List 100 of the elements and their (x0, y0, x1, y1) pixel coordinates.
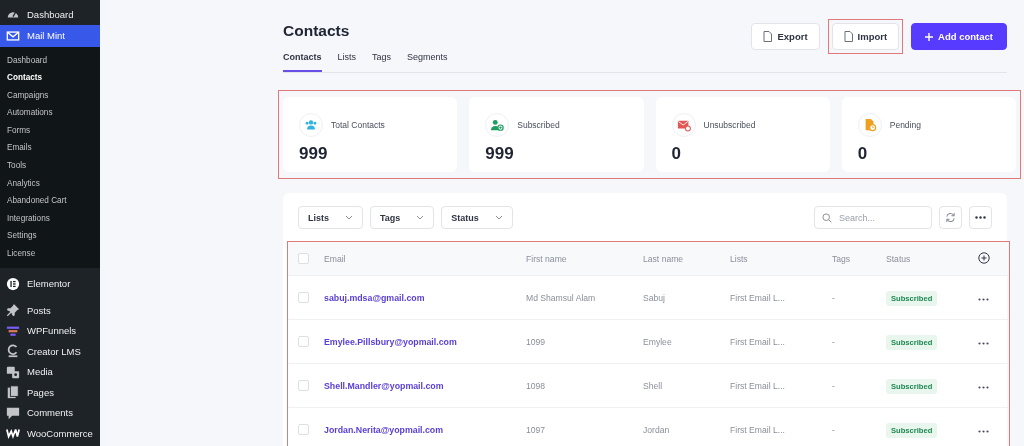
stat-label: Pending (889, 120, 921, 130)
page-title: Contacts (283, 22, 351, 40)
email-link[interactable]: Emylee.Pillsbury@yopmail.com (324, 336, 457, 347)
more-icon (978, 297, 989, 301)
table-cell: - (832, 380, 835, 391)
column-header: Lists (730, 253, 748, 264)
submenu-item[interactable]: Contacts (0, 69, 100, 87)
table-cell: 1097 (526, 424, 546, 435)
document-icon (763, 31, 773, 42)
table-cell: Emylee (643, 336, 672, 347)
sidebar-item[interactable]: Mail Mint (0, 24, 100, 47)
media-icon (6, 364, 20, 379)
more-icon (978, 429, 989, 433)
table-cell: First Email L... (730, 380, 785, 391)
table-cell: First Email L... (730, 292, 785, 303)
row-actions-button[interactable] (978, 341, 989, 345)
checkbox[interactable] (298, 253, 309, 265)
stat-label: Unsubscribed (703, 120, 756, 130)
tab[interactable]: Segments (407, 52, 448, 72)
email-link[interactable]: Shell.Mandler@yopmail.com (324, 380, 444, 391)
checkbox[interactable] (298, 424, 309, 436)
search-field[interactable]: Search... (814, 206, 932, 229)
sidebar-item[interactable]: Dashboard (0, 4, 100, 25)
stat-value: 999 (485, 144, 514, 164)
chevron-down-icon (345, 215, 353, 220)
filter-dropdown[interactable]: Lists (298, 206, 363, 229)
toolbar-button[interactable]: Import (831, 23, 900, 50)
sidebar-item[interactable]: WPFunnels (0, 320, 100, 342)
sidebar-item[interactable]: Creator LMS (0, 341, 100, 362)
email-link[interactable]: Jordan.Nerita@yopmail.com (324, 424, 444, 435)
column-header: Email (324, 253, 346, 264)
sidebar-item[interactable]: Elementor (0, 273, 100, 295)
column-header: First name (526, 253, 567, 264)
row-actions-button[interactable] (978, 385, 989, 389)
filter-dropdown[interactable]: Status (441, 206, 513, 229)
chevron-down-icon (494, 215, 503, 220)
submenu-item[interactable]: Forms (0, 121, 100, 140)
column-header: Status (886, 253, 911, 264)
submenu-item[interactable]: Settings (0, 227, 100, 246)
refresh-button[interactable] (939, 206, 962, 229)
woo-icon (6, 426, 20, 441)
submenu-item[interactable]: Automations (0, 104, 100, 122)
submenu-item[interactable]: Dashboard (0, 51, 100, 70)
refresh-icon (945, 212, 956, 223)
submenu-item[interactable]: Analytics (0, 174, 100, 193)
sidebar-item[interactable]: Posts (0, 300, 100, 321)
row-actions-button[interactable] (978, 297, 989, 301)
table-cell: Sabuj (643, 292, 665, 303)
add-column-icon[interactable] (978, 251, 990, 264)
toolbar-button[interactable]: Export (751, 23, 820, 50)
tab[interactable]: Tags (372, 52, 392, 72)
table-cell: Jordan (643, 424, 670, 435)
checkbox[interactable] (298, 380, 309, 392)
sidebar-item[interactable]: Media (0, 361, 100, 383)
speech-bubble-icon (6, 405, 20, 420)
table-cell: 1099 (526, 336, 546, 347)
table-cell: - (832, 292, 835, 303)
plus-icon (925, 32, 934, 41)
lms-icon (6, 344, 20, 359)
sidebar-item[interactable]: WooCommerce (0, 423, 100, 444)
submenu-item[interactable]: Integrations (0, 209, 100, 228)
more-button[interactable] (969, 206, 992, 229)
table-cell: 1098 (526, 380, 546, 391)
elementor-icon (6, 276, 20, 291)
chevron-down-icon (416, 215, 425, 220)
sidebar-item[interactable]: Comments (0, 402, 100, 424)
submenu-item[interactable]: Abandoned Cart (0, 192, 100, 210)
table-cell: First Email L... (730, 424, 785, 435)
checkbox[interactable] (298, 292, 309, 304)
column-header: Tags (832, 253, 851, 264)
row-actions-button[interactable] (978, 429, 989, 433)
stat-label: Subscribed (517, 120, 560, 130)
more-icon (978, 341, 989, 345)
column-header: Last name (643, 253, 684, 264)
pages-icon (6, 385, 20, 400)
checkbox[interactable] (298, 336, 309, 348)
document-icon (843, 31, 853, 42)
tab[interactable]: Lists (337, 52, 357, 72)
filter-dropdown[interactable]: Tags (370, 206, 435, 229)
pushpin-icon (6, 303, 20, 318)
table-cell: First Email L... (730, 336, 785, 347)
submenu-item[interactable]: Emails (0, 139, 100, 158)
sidebar-item[interactable]: Pages (0, 382, 100, 403)
more-icon (975, 216, 986, 219)
envelope-icon (6, 28, 20, 43)
stat-value: 0 (671, 144, 681, 164)
stat-label: Total Contacts (331, 120, 385, 130)
email-link[interactable]: sabuj.mdsa@gmail.com (324, 292, 425, 303)
stat-value: 999 (299, 144, 328, 164)
table-cell: Md Shamsul Alam (526, 292, 596, 303)
add-contact-button[interactable]: Add contact (911, 23, 1007, 50)
table-cell: - (832, 424, 835, 435)
tab[interactable]: Contacts (283, 52, 322, 72)
table-cell: - (832, 336, 835, 347)
submenu-item[interactable]: License (0, 245, 100, 263)
more-icon (978, 385, 989, 389)
submenu-item[interactable]: Campaigns (0, 86, 100, 105)
stat-value: 0 (857, 144, 868, 164)
submenu-item[interactable]: Tools (0, 157, 100, 175)
table-cell: Shell (643, 380, 663, 391)
